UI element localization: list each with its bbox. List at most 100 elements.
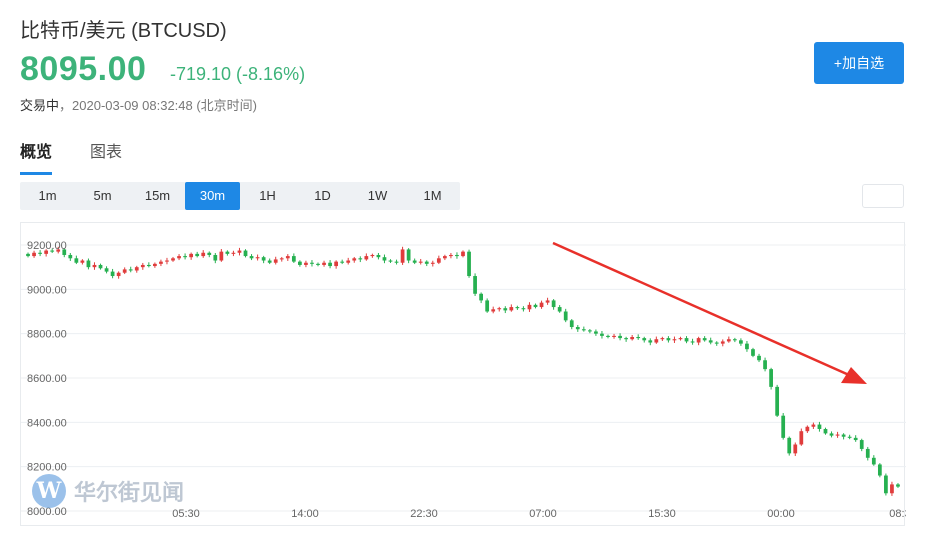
candle-body	[491, 309, 496, 312]
range-1H[interactable]: 1H	[240, 182, 295, 210]
x-tick-label: 15:30	[648, 508, 676, 520]
candle-body	[503, 308, 508, 311]
candle-body	[116, 272, 121, 277]
candle-body	[823, 428, 828, 434]
candle-body	[467, 251, 471, 277]
candle-body	[92, 264, 97, 268]
candle-body	[291, 256, 296, 262]
candle-body	[104, 268, 109, 272]
candle-body	[805, 426, 810, 432]
y-tick-label: 8400.00	[27, 417, 67, 429]
candle-body	[696, 338, 701, 343]
candle-body	[624, 338, 628, 340]
price-change: -719.10 (-8.16%)	[170, 64, 306, 84]
candle-body	[249, 256, 254, 259]
range-15m[interactable]: 15m	[130, 182, 185, 210]
range-1m[interactable]: 1m	[20, 182, 75, 210]
candle-body	[340, 261, 345, 263]
candle-body	[594, 331, 598, 334]
status-time: 2020-03-09 08:32:48 (北京时间)	[72, 98, 258, 113]
candle-body	[128, 269, 133, 271]
candle-body	[237, 250, 242, 253]
candle-body	[732, 339, 737, 341]
candle-body	[666, 338, 671, 341]
candle-body	[370, 254, 375, 257]
candle-body	[763, 360, 767, 370]
trend-arrow-head	[841, 367, 867, 384]
candle-body	[581, 329, 586, 331]
y-tick-label: 9000.00	[27, 284, 67, 296]
trend-arrow-shaft	[552, 241, 850, 377]
candle-body	[177, 256, 181, 259]
tab-chart[interactable]: 图表	[90, 138, 122, 175]
candle-body	[382, 257, 387, 261]
candle-body	[219, 251, 224, 261]
instrument-title: 比特币/美元 (BTCUSD)	[20, 20, 227, 42]
candle-body	[86, 260, 91, 268]
candle-body	[455, 254, 459, 257]
candle-body	[98, 264, 103, 269]
candle-body	[563, 311, 568, 321]
range-1D[interactable]: 1D	[295, 182, 350, 210]
candle-body	[515, 307, 520, 309]
candle-body	[183, 256, 187, 258]
candle-body	[672, 339, 677, 341]
candle-body	[587, 330, 592, 332]
candle-body	[32, 252, 36, 257]
candle-body	[551, 300, 556, 308]
y-tick-label: 8600.00	[27, 373, 67, 385]
candle-body	[739, 340, 743, 344]
current-price: 8095.00	[20, 50, 147, 88]
x-tick-label: 22:30	[410, 508, 438, 520]
watermark-icon: W	[32, 474, 66, 508]
range-1W[interactable]: 1W	[350, 182, 405, 210]
candle-body	[612, 335, 616, 337]
watermark-logo: W 华尔街见闻	[32, 474, 184, 508]
candle-body	[690, 341, 695, 343]
tab-bar: 概览 图表	[20, 138, 122, 175]
add-to-watchlist-button[interactable]: +加自选	[814, 42, 904, 84]
y-tick-label: 8200.00	[27, 462, 67, 474]
range-30m[interactable]: 30m	[185, 182, 240, 210]
candle-body	[642, 338, 647, 341]
candle-body	[539, 302, 544, 308]
candle-body	[678, 338, 683, 340]
candle-body	[334, 261, 339, 267]
candle-body	[485, 300, 490, 312]
candle-body	[557, 307, 562, 312]
tab-overview[interactable]: 概览	[20, 138, 53, 175]
chart-settings-button[interactable]	[862, 184, 904, 208]
candle-body	[418, 261, 423, 263]
candle-body	[847, 436, 852, 438]
candle-body	[829, 433, 834, 436]
candle-body	[376, 254, 381, 258]
candle-body	[110, 271, 115, 277]
candle-body	[660, 338, 665, 340]
x-tick-label: 05:30	[172, 508, 200, 520]
candle-body	[714, 342, 719, 344]
candle-body	[618, 335, 622, 339]
range-5m[interactable]: 5m	[75, 182, 130, 210]
candle-body	[841, 434, 846, 437]
candle-body	[400, 249, 405, 263]
candle-body	[80, 260, 85, 263]
candle-body	[865, 448, 870, 458]
candle-body	[509, 307, 514, 311]
candle-body	[213, 254, 218, 261]
candle-body	[702, 338, 707, 341]
candle-body	[424, 261, 429, 264]
x-tick-label: 08:3	[889, 508, 906, 520]
candle-body	[654, 339, 659, 343]
candle-body	[153, 263, 157, 267]
candle-body	[600, 333, 604, 336]
candle-body	[352, 258, 357, 261]
candle-body	[346, 260, 351, 263]
candle-body	[26, 253, 30, 257]
candle-body	[817, 424, 822, 429]
candle-body	[533, 304, 538, 308]
range-1M[interactable]: 1M	[405, 182, 460, 210]
candle-body	[853, 437, 858, 441]
candle-body	[195, 253, 200, 257]
candle-body	[406, 249, 411, 261]
candle-body	[243, 250, 248, 257]
